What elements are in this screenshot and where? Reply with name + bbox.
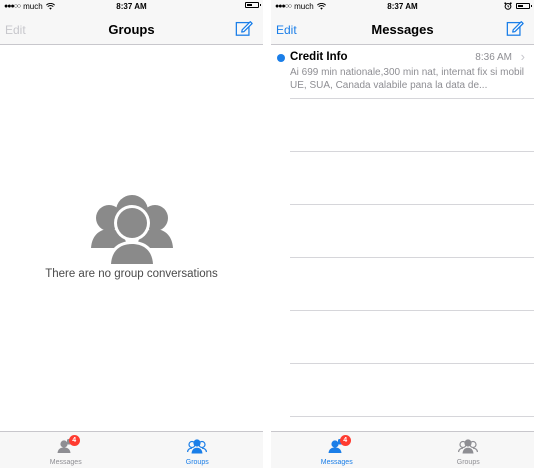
status-time: 8:37 AM	[116, 2, 147, 11]
tab-label: Groups	[456, 459, 480, 466]
message-row[interactable]: Credit Info 8:36 AM › Ai 699 min nationa…	[271, 46, 534, 98]
empty-state-message: There are no group conversations	[45, 268, 218, 280]
tab-label: Messages	[49, 459, 82, 466]
list-separator	[290, 257, 534, 258]
unread-badge: 4	[339, 435, 351, 446]
tab-label: Groups	[185, 459, 209, 466]
groups-screen: ●●●○○ much 8:37 AM Edit Groups There are…	[0, 0, 263, 468]
screen-divider	[263, 0, 271, 468]
tab-groups[interactable]: Groups	[132, 432, 264, 468]
group-people-icon	[90, 195, 173, 264]
tab-messages[interactable]: 4 Messages	[271, 432, 403, 468]
unread-indicator	[277, 54, 285, 62]
tab-bar: 4 Messages Groups	[0, 431, 263, 468]
list-separator	[290, 310, 534, 311]
tab-groups[interactable]: Groups	[403, 432, 534, 468]
alarm-clock-icon	[504, 2, 512, 10]
compose-icon[interactable]	[506, 19, 524, 37]
list-separator	[290, 363, 534, 364]
list-separator	[290, 204, 534, 205]
tab-messages[interactable]: 4 Messages	[0, 432, 132, 468]
battery-icon	[245, 2, 261, 8]
nav-bar: Edit Messages	[271, 14, 534, 45]
list-separator	[290, 98, 534, 99]
messages-screen: ●●●○○ much 8:37 AM Edit Messages Credit …	[271, 0, 534, 468]
nav-bar: Edit Groups	[0, 14, 263, 45]
status-time: 8:37 AM	[387, 2, 418, 11]
status-bar: ●●●○○ much 8:37 AM	[0, 0, 263, 14]
tab-label: Messages	[320, 459, 353, 466]
battery-icon	[516, 3, 532, 9]
message-sender: Credit Info	[290, 51, 348, 63]
message-preview: Ai 699 min nationale,300 min nat, intern…	[290, 67, 524, 91]
page-title: Messages	[371, 22, 434, 37]
page-title: Groups	[108, 22, 155, 37]
group-icon	[187, 439, 208, 454]
message-time: 8:36 AM	[475, 52, 512, 63]
compose-icon[interactable]	[235, 19, 253, 37]
status-bar: ●●●○○ much 8:37 AM	[271, 0, 534, 14]
unread-badge: 4	[68, 435, 80, 446]
list-separator	[290, 416, 534, 417]
group-icon	[458, 439, 479, 454]
tab-bar: 4 Messages Groups	[271, 431, 534, 468]
list-separator	[290, 151, 534, 152]
empty-state: There are no group conversations	[0, 190, 263, 280]
chevron-right-icon: ›	[520, 49, 525, 64]
